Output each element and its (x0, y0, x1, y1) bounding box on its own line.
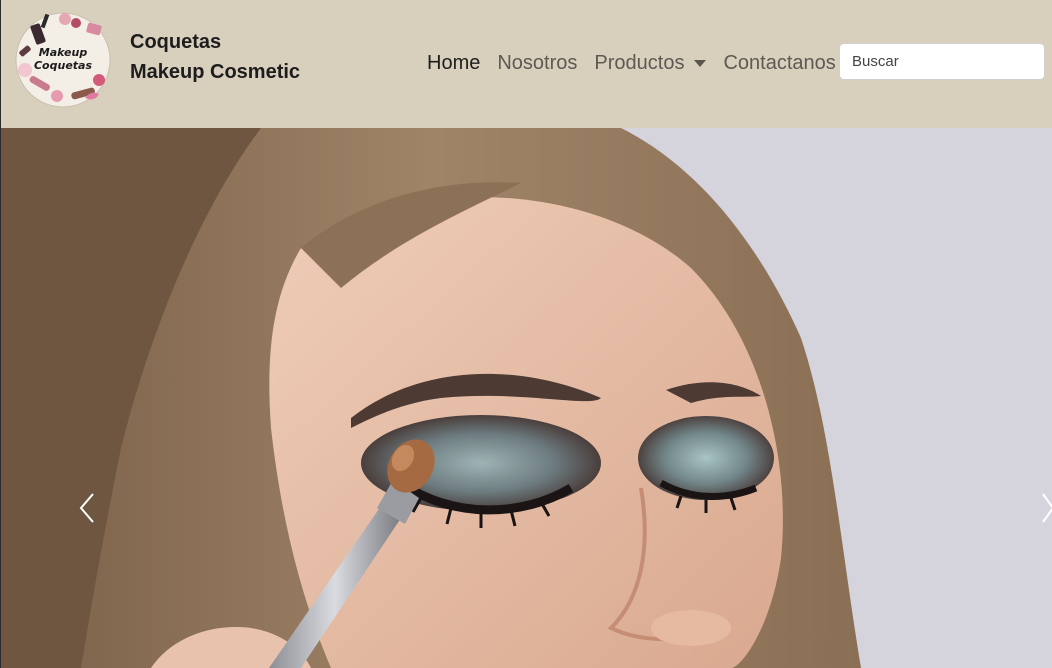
logo-graphic: Makeup Coquetas (15, 12, 111, 108)
nav-productos-dropdown[interactable]: Productos (594, 51, 707, 75)
search-input[interactable] (839, 43, 1045, 80)
woman-applying-eyeshadow-photo (1, 128, 1052, 668)
nav-home[interactable]: Home (427, 52, 480, 75)
brand-name-line1: Coquetas (130, 31, 222, 53)
chevron-left-icon (79, 493, 94, 523)
brand-name[interactable]: Coquetas Makeup Cosmetic (130, 27, 300, 87)
carousel-next-button[interactable] (1037, 488, 1052, 528)
carousel-prev-button[interactable] (73, 488, 103, 528)
logo-text-line1: Makeup (39, 46, 88, 59)
caret-down-icon (694, 59, 707, 67)
hero-carousel (1, 128, 1052, 668)
nav-productos-label: Productos (594, 51, 685, 74)
main-nav: Home Nosotros Productos Contactanos (427, 46, 836, 80)
nav-contactanos[interactable]: Contactanos (723, 52, 835, 75)
brand-name-line2: Makeup Cosmetic (130, 61, 301, 83)
brand-logo[interactable]: Makeup Coquetas (13, 10, 113, 110)
navbar: Makeup Coquetas Coquetas Makeup Cosmetic… (1, 0, 1052, 128)
chevron-right-icon (1042, 493, 1052, 523)
logo-text-line2: Coquetas (34, 59, 92, 72)
nav-nosotros[interactable]: Nosotros (497, 52, 577, 75)
page: Makeup Coquetas Coquetas Makeup Cosmetic… (0, 0, 1052, 668)
